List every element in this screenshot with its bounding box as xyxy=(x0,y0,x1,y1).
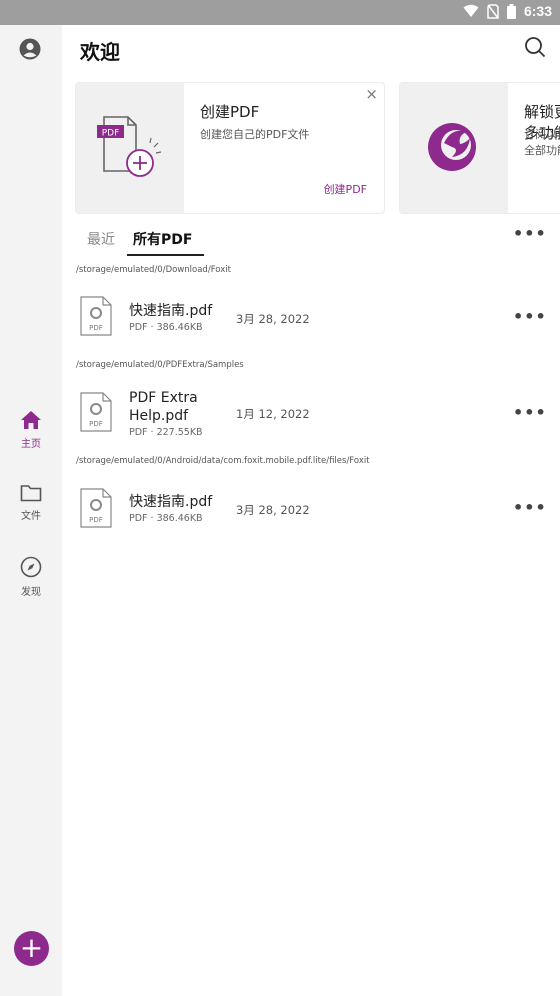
file-name: 快速指南.pdf xyxy=(129,303,213,319)
battery-icon xyxy=(506,3,516,19)
navigation-rail: 主页 文件 发现 + xyxy=(0,25,62,996)
unlock-features-card[interactable]: 解锁更多功能 订阅以使用全部功能 xyxy=(399,82,560,214)
file-size: 227.55KB xyxy=(156,427,203,438)
file-path-label: /storage/emulated/0/Android/data/com.fox… xyxy=(76,456,370,466)
list-options-button[interactable]: ••• xyxy=(513,224,547,243)
file-name: PDF Extra Help.pdf xyxy=(129,389,198,425)
file-type: PDF xyxy=(129,513,148,524)
file-date: 3月 28, 2022 xyxy=(236,312,310,326)
file-options-button[interactable]: ••• xyxy=(513,307,547,326)
file-name-line: Help.pdf xyxy=(129,408,189,424)
no-sim-icon xyxy=(487,3,499,19)
account-avatar-icon[interactable] xyxy=(19,38,41,60)
file-type: PDF xyxy=(129,322,148,333)
nav-discover-label: 发现 xyxy=(21,587,41,598)
pdf-file-icon: PDF xyxy=(80,296,112,336)
file-meta: PDF · 386.46KB xyxy=(129,322,203,333)
nav-files[interactable]: 文件 xyxy=(0,483,62,522)
create-pdf-card[interactable]: PDF 创建PDF 创建您自己的PDF文件 创建PDF × xyxy=(75,82,385,214)
create-pdf-thumbnail: PDF xyxy=(76,83,184,213)
active-tab-indicator xyxy=(127,254,204,256)
status-time: 6:33 xyxy=(523,3,552,19)
nav-files-label: 文件 xyxy=(21,511,41,522)
nav-home[interactable]: 主页 xyxy=(0,410,62,450)
pdf-file-icon: PDF xyxy=(80,392,112,432)
create-pdf-title: 创建PDF xyxy=(200,103,260,121)
wifi-icon xyxy=(463,4,479,17)
file-tabs: 最近 所有PDF xyxy=(87,229,192,257)
file-path-label: /storage/emulated/0/PDFExtra/Samples xyxy=(76,360,244,370)
file-options-button[interactable]: ••• xyxy=(513,403,547,422)
tab-all-pdf[interactable]: 所有PDF xyxy=(133,229,192,257)
file-date: 3月 28, 2022 xyxy=(236,503,310,517)
home-icon xyxy=(21,411,41,429)
file-type: PDF xyxy=(129,427,148,438)
search-icon[interactable] xyxy=(523,35,547,59)
create-fab[interactable]: + xyxy=(14,931,49,966)
file-size: 386.46KB xyxy=(156,513,203,524)
create-pdf-description: 创建您自己的PDF文件 xyxy=(200,128,310,141)
file-size: 386.46KB xyxy=(156,322,203,333)
page-title: 欢迎 xyxy=(80,40,120,64)
app-logo-icon xyxy=(428,123,476,171)
folder-icon xyxy=(20,485,42,502)
nav-home-label: 主页 xyxy=(21,439,41,450)
unlock-thumbnail xyxy=(400,83,508,213)
compass-icon xyxy=(20,556,42,578)
unlock-description: 订阅以使用全部功能 xyxy=(524,128,560,157)
file-name: 快速指南.pdf xyxy=(129,494,213,510)
status-bar: 6:33 xyxy=(0,0,560,25)
file-path-label: /storage/emulated/0/Download/Foxit xyxy=(76,265,231,275)
pdf-file-icon: PDF xyxy=(80,488,112,528)
file-name-line: PDF Extra xyxy=(129,390,198,406)
nav-discover[interactable]: 发现 xyxy=(0,556,62,598)
file-meta: PDF · 227.55KB xyxy=(129,427,203,438)
tab-recent[interactable]: 最近 xyxy=(87,229,115,257)
pdf-badge-label: PDF xyxy=(102,129,120,139)
close-card-button[interactable]: × xyxy=(365,85,378,103)
file-options-button[interactable]: ••• xyxy=(513,498,547,517)
create-pdf-icon: PDF xyxy=(97,116,162,177)
file-type-badge: PDF xyxy=(89,420,103,428)
create-pdf-link[interactable]: 创建PDF xyxy=(324,181,367,197)
file-type-badge: PDF xyxy=(89,516,103,524)
file-meta: PDF · 386.46KB xyxy=(129,513,203,524)
file-type-badge: PDF xyxy=(89,324,103,332)
file-date: 1月 12, 2022 xyxy=(236,407,310,421)
